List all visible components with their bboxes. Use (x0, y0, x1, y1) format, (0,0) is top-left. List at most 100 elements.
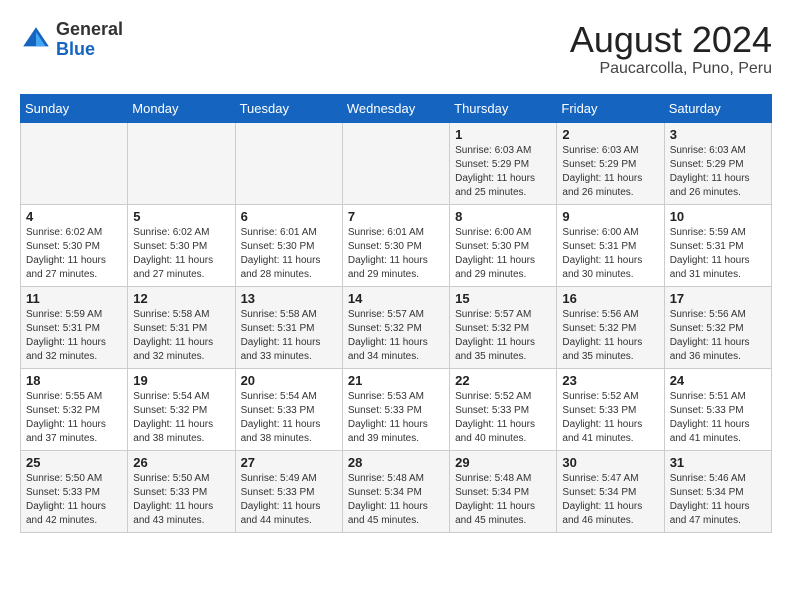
day-number: 10 (670, 209, 766, 224)
weekday-row: SundayMondayTuesdayWednesdayThursdayFrid… (21, 94, 772, 122)
calendar-table: SundayMondayTuesdayWednesdayThursdayFrid… (20, 94, 772, 533)
logo-blue: Blue (56, 39, 95, 59)
day-number: 8 (455, 209, 551, 224)
calendar-cell: 23 Sunrise: 5:52 AMSunset: 5:33 PMDayligh… (557, 368, 664, 450)
day-info: Sunrise: 5:50 AMSunset: 5:33 PMDaylight:… (133, 472, 229, 528)
day-info: Sunrise: 5:51 AMSunset: 5:33 PMDaylight:… (670, 390, 766, 446)
weekday-header: Thursday (450, 94, 557, 122)
calendar-week-row: 25 Sunrise: 5:50 AMSunset: 5:33 PMDayligh… (21, 450, 772, 532)
calendar-cell: 30 Sunrise: 5:47 AMSunset: 5:34 PMDayligh… (557, 450, 664, 532)
day-info: Sunrise: 5:58 AMSunset: 5:31 PMDaylight:… (241, 308, 337, 364)
day-number: 21 (348, 373, 444, 388)
day-number: 28 (348, 455, 444, 470)
day-number: 13 (241, 291, 337, 306)
day-number: 3 (670, 127, 766, 142)
day-info: Sunrise: 5:48 AMSunset: 5:34 PMDaylight:… (348, 472, 444, 528)
logo: General Blue (20, 20, 123, 60)
day-number: 2 (562, 127, 658, 142)
calendar-cell: 14 Sunrise: 5:57 AMSunset: 5:32 PMDayligh… (342, 286, 449, 368)
day-info: Sunrise: 5:54 AMSunset: 5:33 PMDaylight:… (241, 390, 337, 446)
day-number: 30 (562, 455, 658, 470)
calendar-cell: 12 Sunrise: 5:58 AMSunset: 5:31 PMDayligh… (128, 286, 235, 368)
weekday-header: Friday (557, 94, 664, 122)
day-number: 7 (348, 209, 444, 224)
calendar-cell: 10Sunrise: 5:59 AMSunset: 5:31 PMDayligh… (664, 204, 771, 286)
day-number: 15 (455, 291, 551, 306)
calendar-cell: 20 Sunrise: 5:54 AMSunset: 5:33 PMDayligh… (235, 368, 342, 450)
calendar-cell: 1Sunrise: 6:03 AMSunset: 5:29 PMDaylight… (450, 122, 557, 204)
day-info: Sunrise: 6:03 AMSunset: 5:29 PMDaylight:… (455, 144, 551, 200)
day-info: Sunrise: 5:48 AMSunset: 5:34 PMDaylight:… (455, 472, 551, 528)
day-info: Sunrise: 6:00 AMSunset: 5:30 PMDaylight:… (455, 226, 551, 282)
day-number: 20 (241, 373, 337, 388)
calendar-cell: 4Sunrise: 6:02 AMSunset: 5:30 PMDaylight… (21, 204, 128, 286)
logo-icon (20, 24, 52, 56)
day-info: Sunrise: 6:01 AMSunset: 5:30 PMDaylight:… (241, 226, 337, 282)
calendar-cell: 21 Sunrise: 5:53 AMSunset: 5:33 PMDayligh… (342, 368, 449, 450)
day-number: 31 (670, 455, 766, 470)
calendar-cell: 18 Sunrise: 5:55 AMSunset: 5:32 PMDayligh… (21, 368, 128, 450)
calendar-cell (128, 122, 235, 204)
day-number: 23 (562, 373, 658, 388)
day-number: 17 (670, 291, 766, 306)
day-info: Sunrise: 5:59 AMSunset: 5:31 PMDaylight:… (26, 308, 122, 364)
day-info: Sunrise: 5:47 AMSunset: 5:34 PMDaylight:… (562, 472, 658, 528)
day-number: 18 (26, 373, 122, 388)
day-info: Sunrise: 6:01 AMSunset: 5:30 PMDaylight:… (348, 226, 444, 282)
weekday-header: Wednesday (342, 94, 449, 122)
calendar-cell: 8 Sunrise: 6:00 AMSunset: 5:30 PMDaylight… (450, 204, 557, 286)
day-info: Sunrise: 5:56 AMSunset: 5:32 PMDaylight:… (670, 308, 766, 364)
day-info: Sunrise: 5:57 AMSunset: 5:32 PMDaylight:… (348, 308, 444, 364)
page-header: General Blue August 2024 Paucarcolla, Pu… (20, 20, 772, 78)
day-number: 25 (26, 455, 122, 470)
calendar-week-row: 18 Sunrise: 5:55 AMSunset: 5:32 PMDayligh… (21, 368, 772, 450)
day-number: 12 (133, 291, 229, 306)
calendar-cell: 31 Sunrise: 5:46 AMSunset: 5:34 PMDayligh… (664, 450, 771, 532)
day-info: Sunrise: 5:52 AMSunset: 5:33 PMDaylight:… (455, 390, 551, 446)
weekday-header: Tuesday (235, 94, 342, 122)
day-number: 26 (133, 455, 229, 470)
day-info: Sunrise: 5:46 AMSunset: 5:34 PMDaylight:… (670, 472, 766, 528)
day-info: Sunrise: 5:53 AMSunset: 5:33 PMDaylight:… (348, 390, 444, 446)
calendar-header: SundayMondayTuesdayWednesdayThursdayFrid… (21, 94, 772, 122)
day-info: Sunrise: 5:58 AMSunset: 5:31 PMDaylight:… (133, 308, 229, 364)
day-number: 27 (241, 455, 337, 470)
calendar-cell: 5Sunrise: 6:02 AMSunset: 5:30 PMDaylight… (128, 204, 235, 286)
month-year-title: August 2024 (570, 20, 772, 60)
day-info: Sunrise: 5:57 AMSunset: 5:32 PMDaylight:… (455, 308, 551, 364)
calendar-cell: 29Sunrise: 5:48 AMSunset: 5:34 PMDayligh… (450, 450, 557, 532)
calendar-cell: 16 Sunrise: 5:56 AMSunset: 5:32 PMDayligh… (557, 286, 664, 368)
calendar-cell: 19Sunrise: 5:54 AMSunset: 5:32 PMDayligh… (128, 368, 235, 450)
calendar-cell (342, 122, 449, 204)
calendar-cell: 3 Sunrise: 6:03 AMSunset: 5:29 PMDaylight… (664, 122, 771, 204)
calendar-week-row: 4 Sunrise: 6:02 AMSunset: 5:30 PMDaylight… (21, 204, 772, 286)
day-info: Sunrise: 6:03 AMSunset: 5:29 PMDaylight:… (562, 144, 658, 200)
calendar-cell: 7 Sunrise: 6:01 AMSunset: 5:30 PMDaylight… (342, 204, 449, 286)
day-number: 9 (562, 209, 658, 224)
logo-text: General Blue (56, 20, 123, 60)
calendar-cell (235, 122, 342, 204)
calendar-cell (21, 122, 128, 204)
day-number: 4 (26, 209, 122, 224)
calendar-cell: 27 Sunrise: 5:49 AMSunset: 5:33 PMDayligh… (235, 450, 342, 532)
day-number: 16 (562, 291, 658, 306)
location-subtitle: Paucarcolla, Puno, Peru (570, 60, 772, 78)
day-number: 24 (670, 373, 766, 388)
day-info: Sunrise: 5:56 AMSunset: 5:32 PMDaylight:… (562, 308, 658, 364)
calendar-body: 1Sunrise: 6:03 AMSunset: 5:29 PMDaylight… (21, 122, 772, 532)
calendar-cell: 24 Sunrise: 5:51 AMSunset: 5:33 PMDayligh… (664, 368, 771, 450)
calendar-cell: 9Sunrise: 6:00 AMSunset: 5:31 PMDaylight… (557, 204, 664, 286)
calendar-cell: 25Sunrise: 5:50 AMSunset: 5:33 PMDayligh… (21, 450, 128, 532)
calendar-cell: 6 Sunrise: 6:01 AMSunset: 5:30 PMDaylight… (235, 204, 342, 286)
day-number: 6 (241, 209, 337, 224)
day-info: Sunrise: 5:55 AMSunset: 5:32 PMDaylight:… (26, 390, 122, 446)
day-info: Sunrise: 5:52 AMSunset: 5:33 PMDaylight:… (562, 390, 658, 446)
day-info: Sunrise: 6:03 AMSunset: 5:29 PMDaylight:… (670, 144, 766, 200)
weekday-header: Saturday (664, 94, 771, 122)
calendar-week-row: 11Sunrise: 5:59 AMSunset: 5:31 PMDayligh… (21, 286, 772, 368)
day-number: 14 (348, 291, 444, 306)
calendar-cell: 13 Sunrise: 5:58 AMSunset: 5:31 PMDayligh… (235, 286, 342, 368)
day-info: Sunrise: 5:49 AMSunset: 5:33 PMDaylight:… (241, 472, 337, 528)
day-info: Sunrise: 6:02 AMSunset: 5:30 PMDaylight:… (133, 226, 229, 282)
calendar-cell: 15 Sunrise: 5:57 AMSunset: 5:32 PMDayligh… (450, 286, 557, 368)
